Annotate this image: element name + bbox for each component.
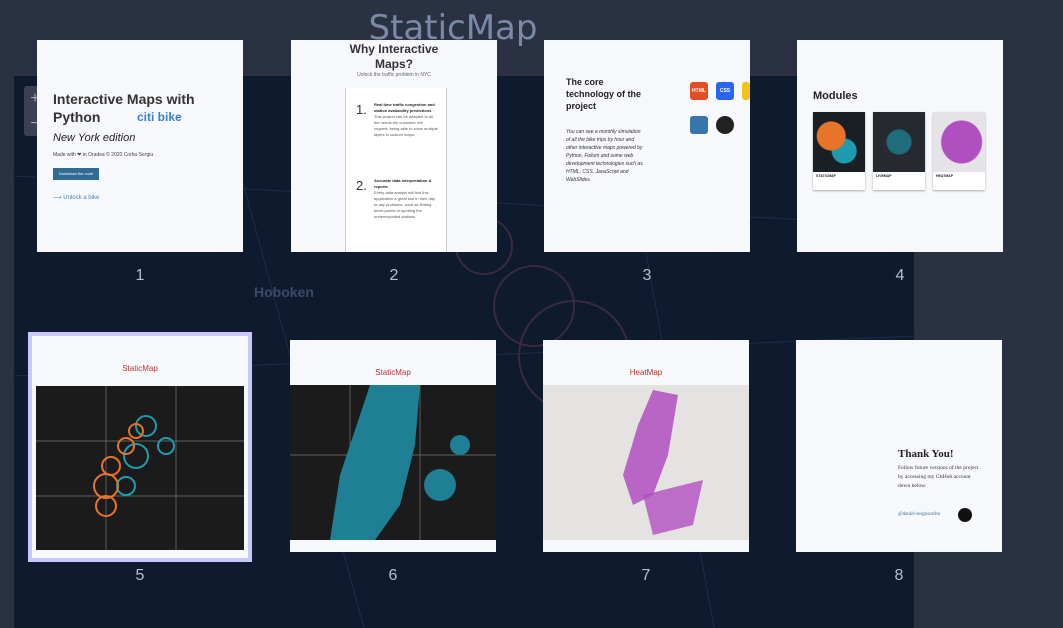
point-number: 2. xyxy=(356,178,367,193)
slide-number: 1 xyxy=(135,267,145,284)
map-place-label: Hoboken xyxy=(254,284,314,300)
module-thumbnail xyxy=(813,112,865,172)
point-text: Real time traffic congestion and station… xyxy=(374,102,438,137)
point-number: 1. xyxy=(356,102,367,117)
module-card-staticmap: STATICMAP xyxy=(813,112,865,190)
static-map-image xyxy=(36,386,244,550)
slide-thumbnail-6[interactable]: StaticMap xyxy=(290,340,496,552)
slide-number: 3 xyxy=(642,267,652,284)
slide-credit: Made with ❤ in Oradea © 2020 Corbu Sergi… xyxy=(53,152,154,158)
module-card-heatmap: HEATMAP xyxy=(933,112,985,190)
static-map-image xyxy=(290,385,496,540)
unlock-link: ⟶ Unlock a bike xyxy=(53,195,100,201)
module-thumbnail xyxy=(933,112,985,172)
module-label: HEATMAP xyxy=(936,174,954,178)
slide-thumbnail-8[interactable]: Thank You! Follow future versions of the… xyxy=(796,340,1002,552)
slide-thumbnail-7[interactable]: HeatMap xyxy=(543,340,749,552)
slide-title: The core technology of the project xyxy=(566,77,641,111)
slide-title: Thank You! xyxy=(898,448,954,460)
slide-subtitle: New York edition xyxy=(53,132,136,144)
module-label: STATICMAP xyxy=(816,174,836,178)
slide-number: 6 xyxy=(388,567,398,584)
slide-title: Why Interactive Maps? xyxy=(349,42,439,71)
slide-subtitle: Unlock the traffic problem in NYC xyxy=(357,72,431,78)
slide-thumbnail-4[interactable]: Modules STATICMAP LIVEMAP HEATMAP xyxy=(797,40,1003,252)
slide-number: 5 xyxy=(135,567,145,584)
slide-title: HeatMap xyxy=(629,368,663,377)
slide-thumbnail-5[interactable]: StaticMap xyxy=(28,332,252,562)
heat-map-graphic xyxy=(623,390,703,535)
slide-title: StaticMap xyxy=(375,368,411,377)
github-icon xyxy=(716,116,734,134)
slide-thumbnail-2[interactable]: Why Interactive Maps? Unlock the traffic… xyxy=(291,40,497,252)
slide-number: 8 xyxy=(894,567,904,584)
download-code-button: Download the code xyxy=(53,168,99,180)
slide-number: 7 xyxy=(641,567,651,584)
html5-icon: HTML xyxy=(690,82,708,100)
slide-thumbnail-3[interactable]: The core technology of the project You c… xyxy=(544,40,750,252)
module-card-livemap: LIVEMAP xyxy=(873,112,925,190)
module-label: LIVEMAP xyxy=(876,174,892,178)
static-map-graphic xyxy=(290,385,496,540)
slide-title: StaticMap xyxy=(122,364,158,373)
github-handle: @daniel-sergiucorbu xyxy=(898,512,940,517)
javascript-icon xyxy=(742,82,750,100)
slide-number: 2 xyxy=(389,267,399,284)
python-icon xyxy=(690,116,708,134)
slide-body: You can see a monthly simulation of all … xyxy=(566,129,643,183)
slide-title: Modules xyxy=(813,90,858,102)
slide-number: 4 xyxy=(895,267,905,284)
heat-map-image xyxy=(543,385,749,540)
static-map-graphic xyxy=(36,386,244,550)
slide-body: Follow future versions of the project by… xyxy=(898,465,979,489)
point-text: Accurate data interpretation & reports Ev… xyxy=(374,178,435,219)
github-icon xyxy=(958,508,972,522)
citibike-logo: citi bike xyxy=(137,110,182,124)
css3-icon: CSS xyxy=(716,82,734,100)
slide-thumbnail-1[interactable]: Interactive Maps with Python citi bike N… xyxy=(37,40,243,252)
points-box: 1. Real time traffic congestion and stat… xyxy=(345,88,447,252)
module-thumbnail xyxy=(873,112,925,172)
